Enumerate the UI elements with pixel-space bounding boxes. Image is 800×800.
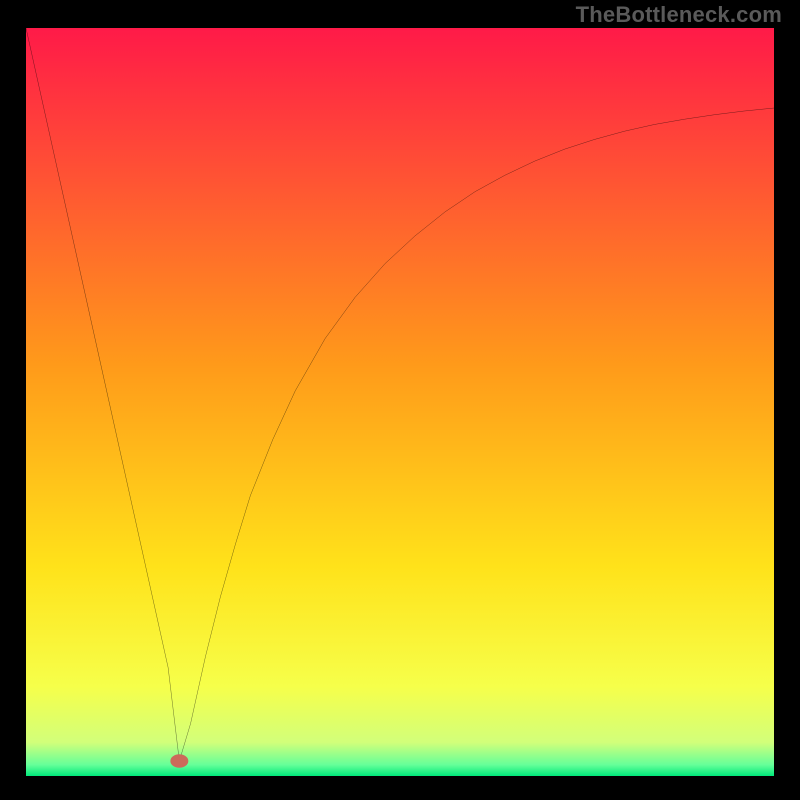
chart-frame: TheBottleneck.com — [0, 0, 800, 800]
plot-background — [26, 28, 774, 776]
watermark-text: TheBottleneck.com — [576, 2, 782, 28]
bottleneck-plot — [26, 28, 774, 776]
minimum-marker — [170, 754, 188, 767]
